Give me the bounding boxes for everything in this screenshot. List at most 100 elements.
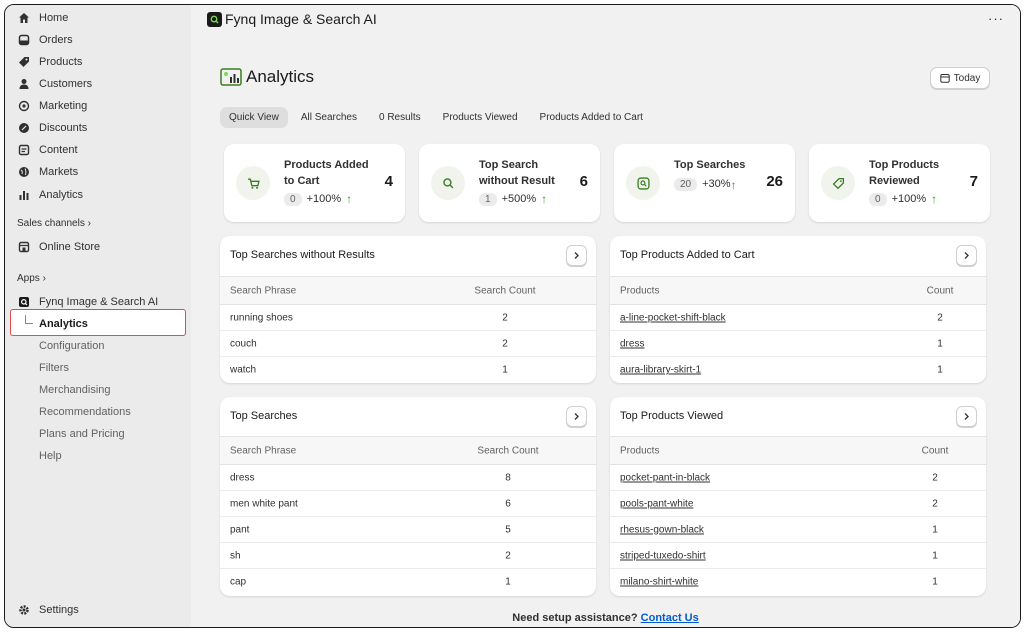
cell-phrase: dress <box>230 472 255 483</box>
cell-count: 2 <box>502 312 508 323</box>
cell-count: 1 <box>937 364 943 376</box>
expand-button[interactable] <box>566 406 587 427</box>
tab-quick-view[interactable]: Quick View <box>220 107 288 128</box>
page-title: Analytics <box>246 67 315 86</box>
sidebar-item-discounts[interactable]: Discounts <box>17 118 87 138</box>
table-row[interactable]: watch 1 <box>220 357 596 383</box>
sidebar-item-home[interactable]: Home <box>17 8 68 28</box>
column-header: Count <box>921 445 949 456</box>
column-header: Search Phrase <box>230 285 297 296</box>
stat-label: Top Search without Result <box>479 159 555 187</box>
cell-count: 1 <box>932 576 938 588</box>
target-icon <box>17 99 31 113</box>
table-card-top-searches: Top Searches Search Phrase Search Count … <box>220 397 596 596</box>
stat-card-products-added: Products Added to Cart 4 0 +100% ↑ <box>224 144 405 222</box>
sidebar-item-label: Products <box>39 56 83 68</box>
sidebar-item-analytics[interactable]: Analytics <box>17 185 83 205</box>
sidebar-subitem-merchandising[interactable]: Merchandising <box>39 384 111 396</box>
stat-previous: 0 <box>284 192 302 206</box>
card-title: Top Searches <box>230 410 298 422</box>
chevron-right-icon: › <box>42 273 46 284</box>
stat-change: +30% <box>702 178 731 190</box>
search-box-icon <box>626 166 660 200</box>
contact-us-link[interactable]: Contact Us <box>641 612 699 624</box>
sidebar-item-online-store[interactable]: Online Store <box>17 237 100 257</box>
table-row[interactable]: cap 1 <box>220 569 596 595</box>
sidebar-item-content[interactable]: Content <box>17 140 78 160</box>
stat-change: +500% <box>501 193 537 205</box>
expand-button[interactable] <box>956 245 977 266</box>
cell-count: 2 <box>932 472 938 483</box>
stat-change: +100% <box>306 193 342 205</box>
table-row: dress 1 <box>610 331 986 357</box>
tab-products-added-to-cart[interactable]: Products Added to Cart <box>531 107 652 128</box>
stat-value: 4 <box>384 173 393 190</box>
table-row[interactable]: couch 2 <box>220 331 596 357</box>
table-row[interactable]: running shoes 2 <box>220 305 596 331</box>
tab-all-searches[interactable]: All Searches <box>292 107 366 128</box>
product-link[interactable]: rhesus-gown-black <box>620 524 704 535</box>
expand-button[interactable] <box>566 245 587 266</box>
analytics-logo-icon <box>220 68 242 86</box>
product-link[interactable]: pocket-pant-in-black <box>620 472 710 483</box>
gear-icon <box>17 603 31 617</box>
product-link[interactable]: striped-tuxedo-shirt <box>620 550 706 561</box>
stat-label: Products Added to Cart <box>284 159 369 187</box>
expand-button[interactable] <box>956 406 977 427</box>
sidebar-item-markets[interactable]: Markets <box>17 162 78 182</box>
product-link[interactable]: a-line-pocket-shift-black <box>620 312 726 323</box>
tab-zero-results[interactable]: 0 Results <box>370 107 430 128</box>
sidebar-item-marketing[interactable]: Marketing <box>17 96 87 116</box>
table-row[interactable]: pant 5 <box>220 517 596 543</box>
table-row[interactable]: men white pant 6 <box>220 491 596 517</box>
apps-heading[interactable]: Apps › <box>17 273 46 284</box>
sidebar-item-label: Customers <box>39 78 93 90</box>
sidebar-subitem-filters[interactable]: Filters <box>39 362 69 374</box>
sales-channels-heading[interactable]: Sales channels › <box>17 218 91 229</box>
sidebar-subitem-configuration[interactable]: Configuration <box>39 340 104 352</box>
sidebar-item-customers[interactable]: Customers <box>17 74 92 94</box>
cell-phrase: sh <box>230 550 241 561</box>
cell-count: 8 <box>505 472 511 483</box>
cell-count: 1 <box>932 550 938 561</box>
sidebar-subitem-recommendations[interactable]: Recommendations <box>39 406 131 418</box>
calendar-icon <box>939 74 950 83</box>
sidebar-subitem-analytics[interactable]: Analytics <box>39 318 88 330</box>
sidebar-subitem-help[interactable]: Help <box>39 450 62 462</box>
table-row: rhesus-gown-black 1 <box>610 517 986 543</box>
table-row: a-line-pocket-shift-black 2 <box>610 305 986 331</box>
sidebar-item-products[interactable]: Products <box>17 52 82 72</box>
sidebar-item-label: Fynq Image & Search AI <box>39 296 159 308</box>
tab-products-viewed[interactable]: Products Viewed <box>434 107 527 128</box>
date-range-button[interactable]: Today <box>930 67 990 89</box>
stat-value: 7 <box>969 173 978 190</box>
home-icon <box>17 11 31 25</box>
product-link[interactable]: dress <box>620 338 644 349</box>
stat-delta: 20 +30% ↑ <box>674 176 744 192</box>
cell-count: 6 <box>505 498 511 509</box>
stat-label: Top Searches <box>674 159 746 171</box>
date-range-label: Today <box>953 72 981 84</box>
footer-text: Need setup assistance? <box>512 612 638 624</box>
arrow-up-icon: ↑ <box>730 178 737 192</box>
stat-card-top-searches: Top Searches 26 20 +30% ↑ <box>614 144 795 222</box>
content-icon <box>17 143 31 157</box>
tag-icon <box>17 55 31 69</box>
app-title: Fynq Image & Search AI <box>225 11 377 27</box>
stat-value: 26 <box>766 173 783 190</box>
product-link[interactable]: milano-shirt-white <box>620 577 698 588</box>
sidebar-item-settings[interactable]: Settings <box>17 600 79 620</box>
more-options-icon[interactable]: ··· <box>988 11 1004 26</box>
table-row[interactable]: sh 2 <box>220 543 596 569</box>
store-icon <box>17 240 31 254</box>
stat-previous: 0 <box>869 192 887 206</box>
cell-count: 2 <box>932 498 938 509</box>
product-link[interactable]: pools-pant-white <box>620 498 693 509</box>
table-row[interactable]: dress 8 <box>220 465 596 491</box>
product-link[interactable]: aura-library-skirt-1 <box>620 365 701 376</box>
stat-delta: 0 +100% ↑ <box>284 192 352 206</box>
table-header: Search Phrase Search Count <box>220 436 596 465</box>
sidebar-item-orders[interactable]: Orders <box>17 30 73 50</box>
sidebar-subitem-plans-pricing[interactable]: Plans and Pricing <box>39 428 125 440</box>
person-icon <box>17 77 31 91</box>
